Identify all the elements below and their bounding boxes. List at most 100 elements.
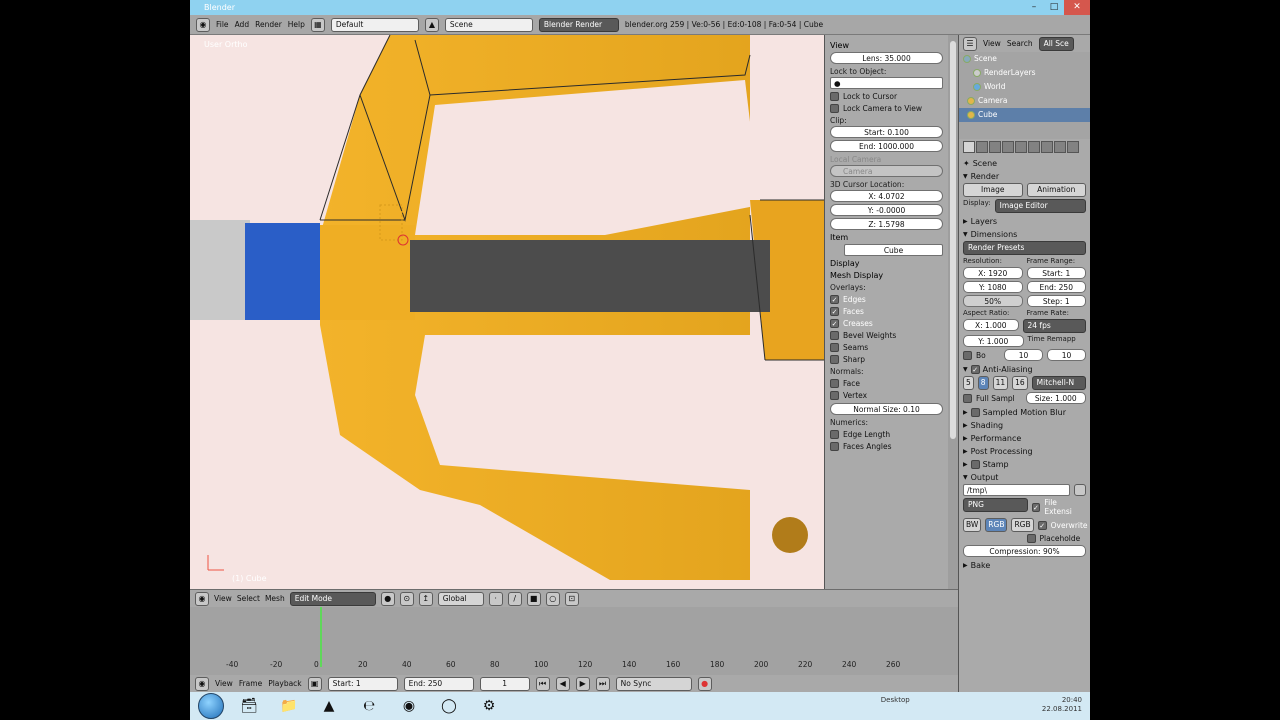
pin-icon[interactable]: ✦: [963, 159, 970, 168]
editor-type-icon[interactable]: ◉: [195, 676, 209, 691]
editor-type-icon[interactable]: ◉: [195, 591, 209, 606]
menu-view[interactable]: View: [215, 679, 233, 688]
minimize-icon[interactable]: –: [1024, 0, 1044, 15]
color-rgba-button[interactable]: RGB: [1011, 518, 1034, 532]
motion-blur-section[interactable]: ▶ Sampled Motion Blur: [963, 408, 1086, 417]
current-frame-marker[interactable]: [320, 607, 322, 667]
anti-aliasing-section[interactable]: ▼ ✓ Anti-Aliasing: [963, 365, 1086, 374]
faces-angles-checkbox[interactable]: Faces Angles: [830, 442, 943, 451]
app-icon[interactable]: ▲: [314, 694, 344, 718]
editor-type-icon[interactable]: ◉: [196, 17, 210, 32]
stamp-section[interactable]: ▶ Stamp: [963, 460, 1086, 469]
item-name-field[interactable]: Cube: [844, 244, 943, 256]
layout-icon[interactable]: ▦: [310, 17, 325, 32]
full-sample-checkbox[interactable]: Full Sampl: [963, 392, 1022, 404]
output-path-field[interactable]: /tmp\: [963, 484, 1070, 496]
aspect-y-field[interactable]: Y: 1.000: [963, 335, 1024, 347]
color-rgb-button[interactable]: RGB: [985, 518, 1008, 532]
menu-help[interactable]: Help: [288, 20, 305, 29]
edge-length-checkbox[interactable]: Edge Length: [830, 430, 943, 439]
outliner-item-cube[interactable]: Cube: [959, 108, 1090, 122]
vertex-select-icon[interactable]: ·: [488, 591, 503, 606]
display-panel-header[interactable]: Display: [830, 259, 943, 268]
layers-section[interactable]: ▶ Layers: [963, 217, 1086, 226]
clock-date[interactable]: 22.08.2011: [1042, 705, 1082, 713]
aspect-x-field[interactable]: X: 1.000: [963, 319, 1019, 331]
menu-select[interactable]: Select: [237, 594, 260, 603]
res-percent-slider[interactable]: 50%: [963, 295, 1023, 307]
compression-slider[interactable]: Compression: 90%: [963, 545, 1086, 557]
snap-icon[interactable]: ⊡: [564, 591, 579, 606]
mesh-display-header[interactable]: Mesh Display: [830, 271, 943, 280]
menu-playback[interactable]: Playback: [268, 679, 301, 688]
aa-samples-11[interactable]: 11: [992, 376, 1009, 390]
aa-samples-8[interactable]: 8: [977, 376, 989, 390]
aa-samples-16[interactable]: 16: [1012, 376, 1028, 390]
layout-select[interactable]: Default: [330, 17, 419, 32]
render-tab-icon[interactable]: [963, 141, 975, 153]
scene-select[interactable]: Scene: [444, 17, 533, 32]
menu-search[interactable]: Search: [1007, 39, 1033, 48]
constraints-tab-icon[interactable]: [1015, 141, 1027, 153]
render-image-button[interactable]: Image: [963, 183, 1023, 197]
render-presets-select[interactable]: Render Presets: [963, 241, 1086, 255]
output-section[interactable]: ▼ Output: [963, 473, 1086, 482]
manipulator-icon[interactable]: ↥: [418, 591, 433, 606]
camera-field[interactable]: Camera: [830, 165, 943, 177]
render-engine-select[interactable]: Blender Render: [538, 17, 619, 32]
texture-tab-icon[interactable]: [1067, 141, 1079, 153]
cursor-x-field[interactable]: X: 4.0702: [830, 190, 943, 202]
desktop-toolbar-label[interactable]: Desktop: [881, 696, 910, 704]
edges-checkbox[interactable]: ✓ Edges: [830, 295, 943, 304]
remap-new-field[interactable]: 10: [1047, 349, 1086, 361]
lens-field[interactable]: Lens: 35.000: [830, 52, 943, 64]
res-y-field[interactable]: Y: 1080: [963, 281, 1023, 293]
scene-icon[interactable]: ▲: [424, 17, 439, 32]
cursor-y-field[interactable]: Y: -0.0000: [830, 204, 943, 216]
res-x-field[interactable]: X: 1920: [963, 267, 1023, 279]
folder-icon[interactable]: 📁: [274, 694, 304, 718]
outliner-item-scene[interactable]: Scene: [959, 52, 1090, 66]
end-frame-field[interactable]: End: 250: [403, 676, 474, 691]
menu-add[interactable]: Add: [235, 20, 250, 29]
shading-section[interactable]: ▶ Shading: [963, 421, 1086, 430]
frame-step-field[interactable]: Step: 1: [1026, 295, 1086, 307]
data-tab-icon[interactable]: [1041, 141, 1053, 153]
record-icon[interactable]: ●: [697, 676, 712, 691]
pivot-icon[interactable]: ⊙: [399, 591, 414, 606]
menu-render[interactable]: Render: [255, 20, 282, 29]
3d-viewport[interactable]: User Ortho (1) Cube: [190, 35, 824, 589]
object-tab-icon[interactable]: [1002, 141, 1014, 153]
orientation-select[interactable]: Global: [437, 591, 484, 606]
jump-end-icon[interactable]: ⏭: [595, 676, 610, 691]
viewport-shading-icon[interactable]: ●: [380, 591, 395, 606]
render-animation-button[interactable]: Animation: [1026, 183, 1086, 197]
internet-explorer-icon[interactable]: ℮: [354, 694, 384, 718]
overwrite-checkbox[interactable]: ✓ Overwrite: [1037, 518, 1088, 532]
firefox-icon[interactable]: ◉: [394, 694, 424, 718]
aa-samples-5[interactable]: 5: [963, 376, 974, 390]
file-extensions-checkbox[interactable]: ✓ File Extensi: [1031, 498, 1087, 516]
menu-view[interactable]: View: [983, 39, 1001, 48]
outliner-item-world[interactable]: World: [959, 80, 1090, 94]
display-select[interactable]: Image Editor: [994, 199, 1086, 213]
folder-icon[interactable]: [1074, 484, 1086, 496]
frame-start-field[interactable]: Start: 1: [1026, 267, 1086, 279]
world-tab-icon[interactable]: [989, 141, 1001, 153]
post-processing-section[interactable]: ▶ Post Processing: [963, 447, 1086, 456]
frame-end-field[interactable]: End: 250: [1026, 281, 1086, 293]
face-select-icon[interactable]: ■: [526, 591, 541, 606]
preview-range-icon[interactable]: ▣: [307, 676, 322, 691]
view-panel-header[interactable]: View: [830, 41, 943, 50]
scene-tab-icon[interactable]: [976, 141, 988, 153]
explorer-icon[interactable]: 🗃: [234, 694, 264, 718]
item-panel-header[interactable]: Item: [830, 233, 943, 242]
lock-cursor-checkbox[interactable]: Lock to Cursor: [830, 92, 943, 101]
mode-select[interactable]: Edit Mode: [289, 591, 376, 606]
edge-select-icon[interactable]: /: [507, 591, 522, 606]
faces-checkbox[interactable]: ✓ Faces: [830, 307, 943, 316]
modifiers-tab-icon[interactable]: [1028, 141, 1040, 153]
sharp-checkbox[interactable]: Sharp: [830, 355, 943, 364]
jump-start-icon[interactable]: ⏮: [535, 676, 550, 691]
menu-mesh[interactable]: Mesh: [265, 594, 285, 603]
